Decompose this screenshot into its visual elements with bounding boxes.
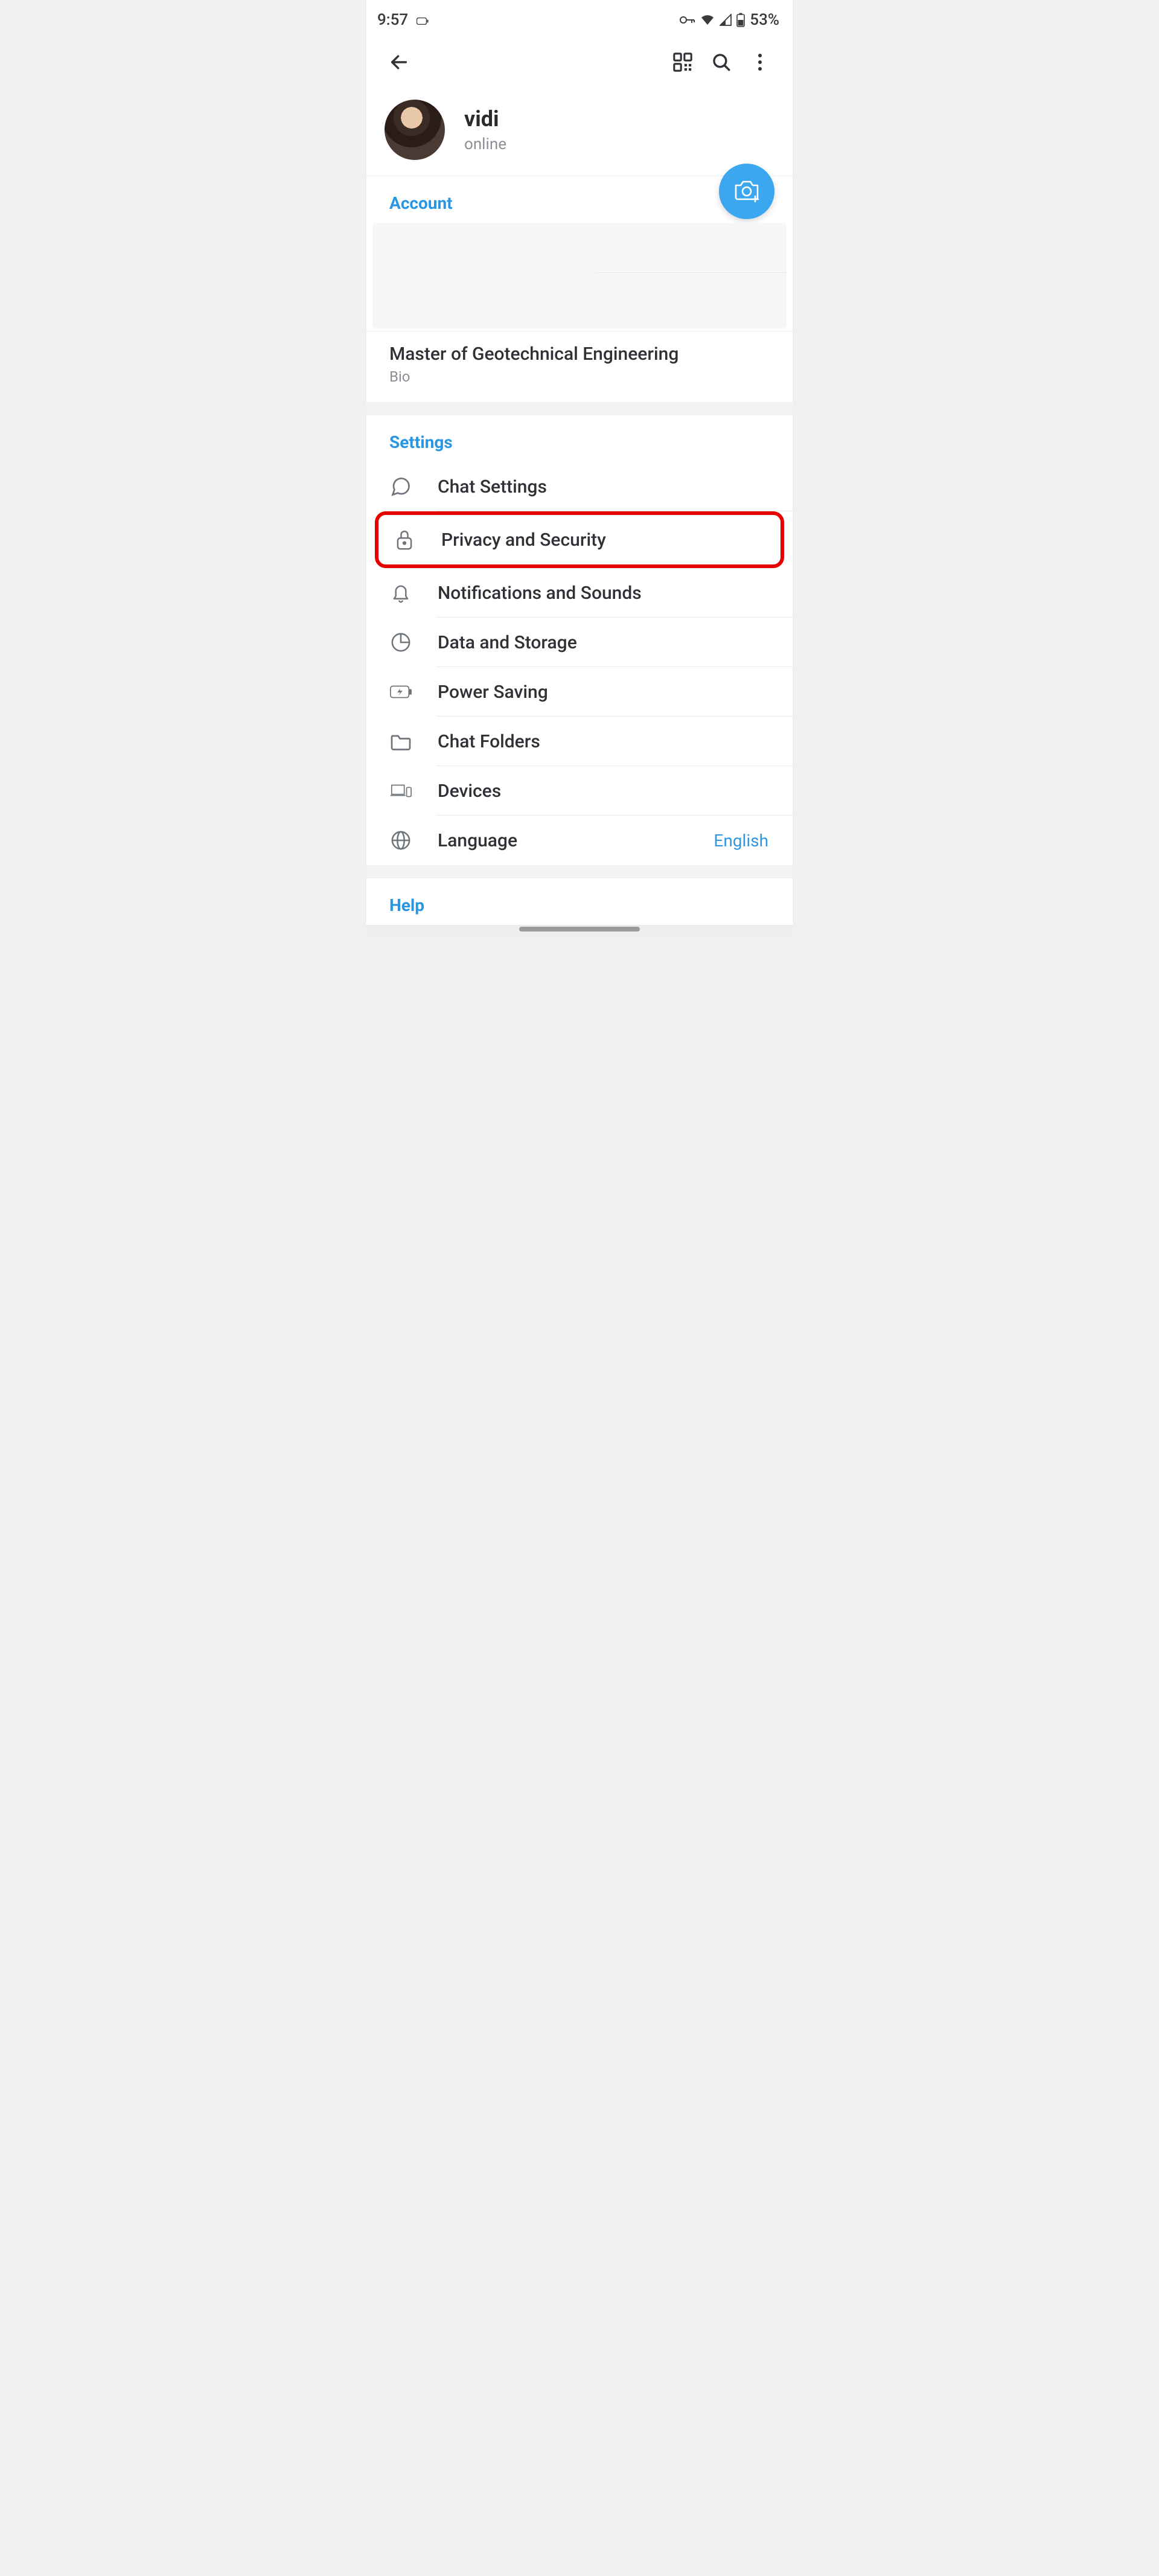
settings-item-devices[interactable]: Devices (366, 766, 793, 816)
settings-item-label: Language (438, 830, 517, 851)
settings-item-power-saving[interactable]: Power Saving (366, 667, 793, 717)
bell-icon (389, 581, 412, 604)
avatar[interactable] (385, 100, 445, 160)
section-header-help: Help (366, 878, 793, 925)
settings-item-label: Chat Settings (438, 476, 547, 497)
profile-header: vidi online (366, 85, 793, 176)
battery-small-icon (417, 11, 429, 29)
settings-item-label: Power Saving (438, 682, 548, 703)
settings-item-chat-folders[interactable]: Chat Folders (366, 717, 793, 766)
folder-icon (389, 730, 412, 753)
more-menu-button[interactable] (741, 43, 779, 81)
battery-icon (736, 13, 745, 27)
settings-item-label: Data and Storage (438, 632, 577, 653)
nav-pill[interactable] (519, 927, 640, 932)
settings-item-label: Notifications and Sounds (438, 583, 642, 604)
vpn-key-icon (680, 16, 695, 24)
status-bar: 9:57 53% (366, 0, 793, 39)
settings-item-label: Privacy and Security (441, 529, 606, 551)
lock-icon (393, 528, 416, 551)
status-time: 9:57 (377, 11, 408, 29)
wifi-icon (700, 14, 715, 26)
pie-chart-icon (389, 631, 412, 654)
globe-icon (389, 829, 412, 852)
bio-row[interactable]: Master of Geotechnical Engineering Bio (366, 331, 793, 402)
devices-icon (389, 779, 412, 802)
battery-charging-icon (389, 680, 412, 703)
profile-name: vidi (464, 106, 506, 132)
bio-label: Bio (389, 368, 770, 385)
cellular-icon (720, 14, 732, 26)
section-header-settings: Settings (366, 415, 793, 462)
language-value: English (714, 831, 770, 851)
camera-add-icon (733, 178, 760, 205)
qr-code-button[interactable] (663, 43, 702, 81)
settings-item-language[interactable]: Language English (366, 816, 793, 865)
search-button[interactable] (702, 43, 741, 81)
battery-percent: 53% (750, 11, 779, 29)
chat-icon (389, 475, 412, 498)
settings-item-notifications[interactable]: Notifications and Sounds (366, 568, 793, 618)
settings-item-privacy-security[interactable]: Privacy and Security (378, 515, 781, 564)
account-redacted-area[interactable] (372, 223, 787, 328)
toolbar (366, 39, 793, 85)
settings-item-label: Devices (438, 781, 501, 802)
change-photo-fab[interactable] (719, 164, 774, 219)
settings-item-label: Chat Folders (438, 731, 540, 752)
settings-item-chat-settings[interactable]: Chat Settings (366, 462, 793, 511)
bio-text: Master of Geotechnical Engineering (389, 344, 770, 365)
profile-status: online (464, 135, 506, 153)
highlight-annotation: Privacy and Security (375, 511, 784, 568)
back-button[interactable] (380, 43, 418, 81)
settings-item-data-storage[interactable]: Data and Storage (366, 618, 793, 667)
